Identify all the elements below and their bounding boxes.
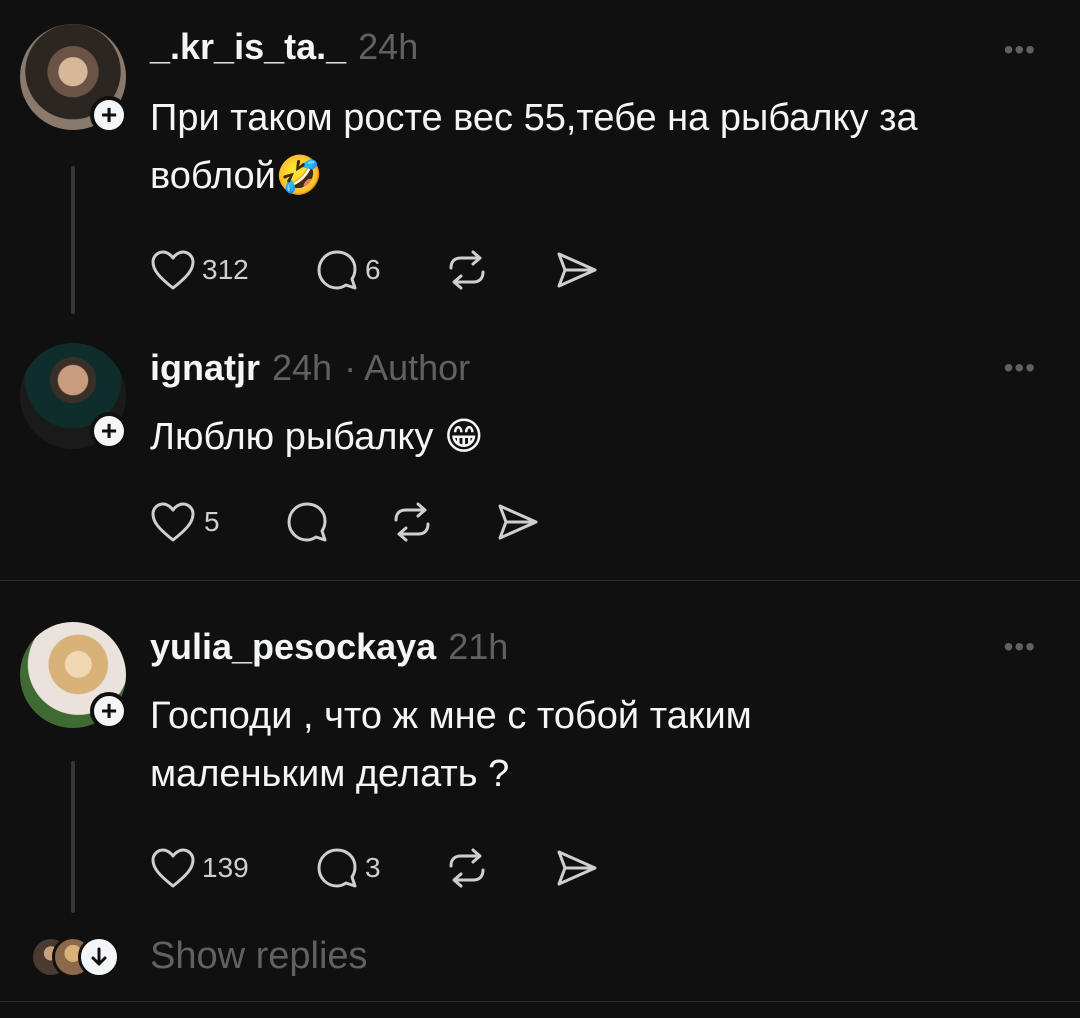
username[interactable]: ignatjr [150,347,260,389]
expand-replies-button[interactable] [78,936,120,978]
send-icon [498,504,538,540]
post-2: + ignatjr 24h · Author ••• Люблю рыбалку… [0,330,1080,580]
post-text: Люблю рыбалку 😁 [150,416,484,458]
comment-icon [317,250,357,290]
repost-icon [394,502,430,542]
like-count: 312 [202,254,249,285]
show-replies-link[interactable]: Show replies [150,935,368,978]
repost-button[interactable] [445,250,555,290]
reply-count: 6 [365,254,381,285]
repost-icon [449,250,485,290]
heart-icon [151,502,195,542]
timestamp: 24h [272,347,333,388]
like-button[interactable]: 312 [150,249,315,291]
send-icon [557,850,597,886]
post-text: Господи , что ж мне с тобой таким малень… [150,695,752,795]
action-bar: 5 [150,500,540,544]
thread-line [71,761,75,913]
heart-icon [151,250,195,290]
repost-button[interactable] [390,502,496,542]
post-1: + _.kr_is_ta._ 24h ••• При таком росте в… [0,0,1080,330]
follow-button[interactable]: + [90,96,128,134]
like-button[interactable]: 5 [150,501,285,543]
comment-icon [287,502,327,542]
arrow-down-icon [91,947,107,966]
timestamp: 24h [358,26,419,67]
post-text: При таком росте вес 55,тебе на рыбалку з… [150,97,918,197]
like-count: 5 [204,506,220,537]
username[interactable]: _.kr_is_ta._ [150,26,346,68]
repost-button[interactable] [445,848,555,888]
share-button[interactable] [555,250,599,290]
divider [0,1001,1080,1002]
author-label: · Author [344,347,471,388]
post-header: ignatjr 24h · Author [150,347,470,389]
username[interactable]: yulia_pesockaya [150,626,436,668]
post-header: _.kr_is_ta._ 24h [150,26,418,68]
follow-button[interactable]: + [90,412,128,450]
reply-button[interactable] [285,500,390,544]
send-icon [557,252,597,288]
reply-button[interactable]: 3 [315,846,445,890]
reply-button[interactable]: 6 [315,248,445,292]
share-button[interactable] [555,848,599,888]
thread-line [71,166,75,314]
reply-count: 3 [365,852,381,883]
action-bar: 139 3 [150,846,599,890]
share-button[interactable] [496,502,540,542]
heart-icon [151,848,195,888]
more-options-button[interactable]: ••• [1004,631,1036,663]
follow-button[interactable]: + [90,692,128,730]
repost-icon [449,848,485,888]
like-count: 139 [202,852,249,883]
like-button[interactable]: 139 [150,847,315,889]
more-options-button[interactable]: ••• [1004,352,1036,384]
post-header: yulia_pesockaya 21h [150,626,508,668]
timestamp: 21h [448,626,509,667]
more-options-button[interactable]: ••• [1004,34,1036,66]
comment-icon [317,848,357,888]
action-bar: 312 6 [150,248,599,292]
